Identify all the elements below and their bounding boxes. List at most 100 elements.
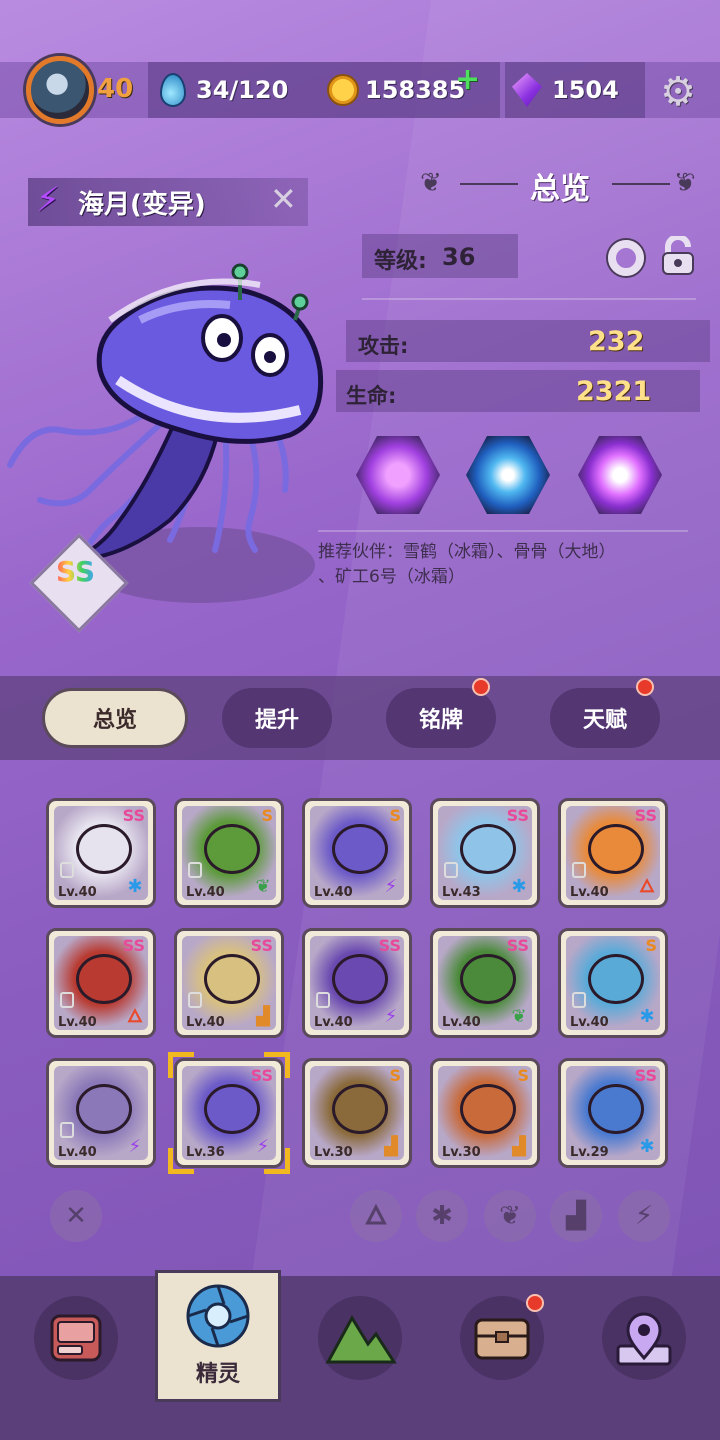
leaf-element-icon: ❦	[255, 876, 271, 897]
settings-gear-icon[interactable]: ⚙	[656, 70, 700, 114]
pet-card[interactable]: SS Lv.40 ▟	[174, 928, 284, 1038]
selection-corner	[168, 1052, 194, 1078]
pet-card[interactable]: SS Lv.43 ✱	[430, 798, 540, 908]
pet-level: Lv.40	[314, 1015, 353, 1030]
nav-map-button[interactable]	[602, 1296, 686, 1380]
nav-mountain-button[interactable]	[318, 1296, 402, 1380]
panel-title: 总览	[530, 172, 590, 207]
filter-earth-icon[interactable]: ▟	[550, 1190, 602, 1242]
close-icon[interactable]: ✕	[270, 180, 297, 218]
right-ornament-icon: ❦	[674, 168, 696, 198]
player-avatar[interactable]	[26, 56, 94, 124]
pet-card[interactable]: Lv.40 ⚡	[46, 1058, 156, 1168]
pet-level: Lv.40	[570, 1015, 609, 1030]
purple-gem-icon	[512, 73, 542, 107]
pet-portrait: S Lv.30 ▟	[310, 1066, 404, 1160]
pet-portrait: SS Lv.43 ✱	[438, 806, 532, 900]
pet-portrait: S Lv.40 ⚡	[310, 806, 404, 900]
pet-card[interactable]: S Lv.40 ✱	[558, 928, 668, 1038]
title-divider-right	[612, 183, 670, 185]
pet-rank: SS	[250, 936, 273, 955]
lock-icon	[60, 1122, 74, 1138]
pet-card[interactable]: S Lv.40 ⚡	[302, 798, 412, 908]
filter-lightning-icon[interactable]: ⚡	[618, 1190, 670, 1242]
hp-label: 生命:	[346, 384, 397, 408]
pet-level: Lv.30	[442, 1145, 481, 1160]
pet-card[interactable]: S Lv.30 ▟	[430, 1058, 540, 1168]
bolt-element-icon: ⚡	[384, 876, 398, 897]
pet-card[interactable]: SS Lv.40 🜂	[46, 928, 156, 1038]
pet-portrait: Lv.40 ⚡	[54, 1066, 148, 1160]
stamina-value: 34/120	[196, 76, 289, 104]
tab-nameplate[interactable]: 铭牌	[386, 688, 496, 748]
pet-level: Lv.40	[186, 1015, 225, 1030]
divider	[318, 530, 688, 532]
coin-display[interactable]: 158385	[327, 62, 465, 118]
water-drop-icon	[160, 73, 186, 107]
selection-corner	[264, 1052, 290, 1078]
pet-portrait: S Lv.40 ✱	[566, 936, 660, 1030]
lock-icon	[572, 862, 586, 878]
hp-value: 2321	[576, 376, 652, 407]
pet-face	[460, 1084, 516, 1134]
pet-face	[204, 824, 260, 874]
ice-element-icon: ✱	[127, 876, 143, 897]
pet-card[interactable]: SS Lv.40 ⚡	[302, 928, 412, 1038]
tab-upgrade[interactable]: 提升	[222, 688, 332, 748]
pet-face	[204, 1084, 260, 1134]
pet-rank: SS	[506, 936, 529, 955]
rank-badge: SS	[56, 555, 96, 588]
leaf-element-icon: ❦	[511, 1006, 527, 1027]
pet-card[interactable]: S Lv.40 ❦	[174, 798, 284, 908]
pet-portrait: SS Lv.29 ✱	[566, 1066, 660, 1160]
pet-card[interactable]: SS Lv.40 ✱	[46, 798, 156, 908]
recommend-line-2: 、矿工6号（冰霜）	[318, 567, 465, 587]
bolt-element-icon: ⚡	[384, 1006, 398, 1027]
pet-card[interactable]: SS Lv.29 ✱	[558, 1058, 668, 1168]
pet-level: Lv.40	[186, 885, 225, 900]
paw-coin-icon	[327, 74, 359, 106]
divider	[362, 298, 696, 300]
pet-face	[76, 1084, 132, 1134]
nav-device-button[interactable]	[34, 1296, 118, 1380]
ring-icon[interactable]	[608, 240, 644, 276]
left-ornament-icon: ❦	[420, 168, 442, 198]
tab-overview[interactable]: 总览	[42, 688, 188, 748]
pet-rank: S	[517, 1066, 529, 1085]
pet-face	[588, 954, 644, 1004]
pet-face	[460, 824, 516, 874]
pet-rank: SS	[122, 806, 145, 825]
filter-fire-icon[interactable]: 🜂	[350, 1190, 402, 1242]
level-value: 36	[442, 243, 476, 271]
pet-face	[460, 954, 516, 1004]
stamina-display[interactable]: 34/120	[160, 62, 288, 118]
mountain-icon	[325, 1315, 397, 1364]
aperture-icon	[186, 1284, 250, 1348]
pet-card[interactable]: S Lv.30 ▟	[302, 1058, 412, 1168]
pet-face	[588, 824, 644, 874]
pet-face	[76, 824, 132, 874]
selection-corner	[168, 1148, 194, 1174]
earth-element-icon: ▟	[256, 1006, 270, 1027]
fire-element-icon: 🜂	[127, 1006, 143, 1027]
clear-filter-icon[interactable]: ✕	[50, 1190, 102, 1242]
bolt-element-icon: ⚡	[128, 1136, 142, 1157]
pet-rank: SS	[634, 806, 657, 825]
filter-leaf-icon[interactable]: ❦	[484, 1190, 536, 1242]
pet-rank: S	[645, 936, 657, 955]
unlock-icon[interactable]	[660, 236, 696, 276]
tab-talent[interactable]: 天赋	[550, 688, 660, 748]
ice-element-icon: ✱	[511, 876, 527, 897]
pet-card[interactable]: SS Lv.40 ❦	[430, 928, 540, 1038]
gem-display[interactable]: 1504	[512, 62, 619, 118]
pet-face	[204, 954, 260, 1004]
pet-portrait: SS Lv.40 ⚡	[310, 936, 404, 1030]
add-coins-plus-icon[interactable]: +	[455, 62, 480, 97]
filter-ice-icon[interactable]: ✱	[416, 1190, 468, 1242]
level-label: 等级:	[374, 249, 427, 274]
pet-card[interactable]: SS Lv.40 🜂	[558, 798, 668, 908]
ice-element-icon: ✱	[639, 1136, 655, 1157]
pet-face	[332, 954, 388, 1004]
selection-corner	[264, 1148, 290, 1174]
notification-dot	[526, 1294, 544, 1312]
